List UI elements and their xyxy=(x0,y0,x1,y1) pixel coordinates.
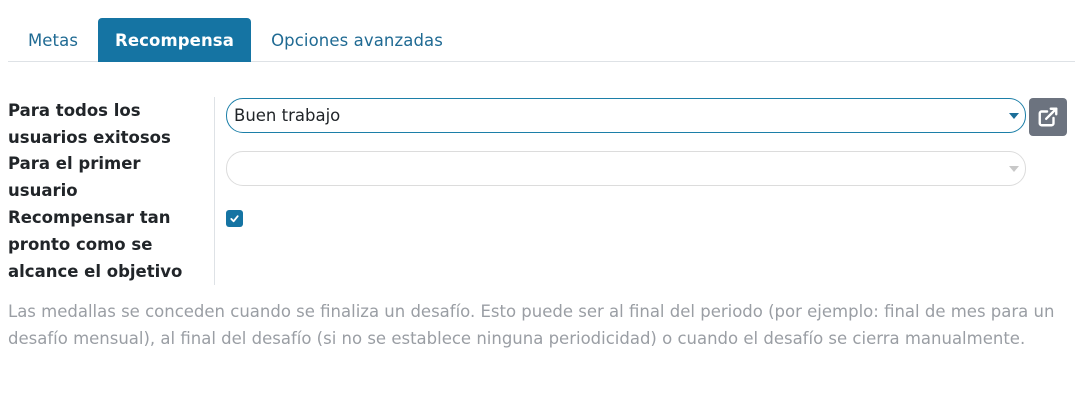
column-separator xyxy=(214,97,215,285)
reward-realtime-label: Recompensar tan pronto como se alcance e… xyxy=(8,208,183,281)
tab-bar: Metas Recompensa Opciones avanzadas xyxy=(8,16,1075,62)
caret-down-icon xyxy=(1009,166,1019,172)
reward-all-select[interactable]: Buen trabajo xyxy=(226,98,1026,133)
reward-all-label: Para todos los usuarios exitosos xyxy=(8,101,171,147)
reward-all-value: Buen trabajo xyxy=(234,106,341,125)
tab-opciones-avanzadas[interactable]: Opciones avanzadas xyxy=(251,18,463,62)
reward-realtime-checkbox[interactable] xyxy=(226,210,243,227)
tab-recompensa[interactable]: Recompensa xyxy=(98,18,251,62)
help-text: Las medallas se conceden cuando se final… xyxy=(8,302,1055,348)
check-icon xyxy=(230,215,239,223)
external-link-icon xyxy=(1038,107,1058,127)
open-record-button[interactable] xyxy=(1029,98,1067,136)
reward-first-select[interactable] xyxy=(226,151,1026,186)
tab-metas[interactable]: Metas xyxy=(8,18,98,62)
reward-first-label: Para el primer usuario xyxy=(8,154,141,200)
caret-down-icon xyxy=(1009,113,1019,119)
